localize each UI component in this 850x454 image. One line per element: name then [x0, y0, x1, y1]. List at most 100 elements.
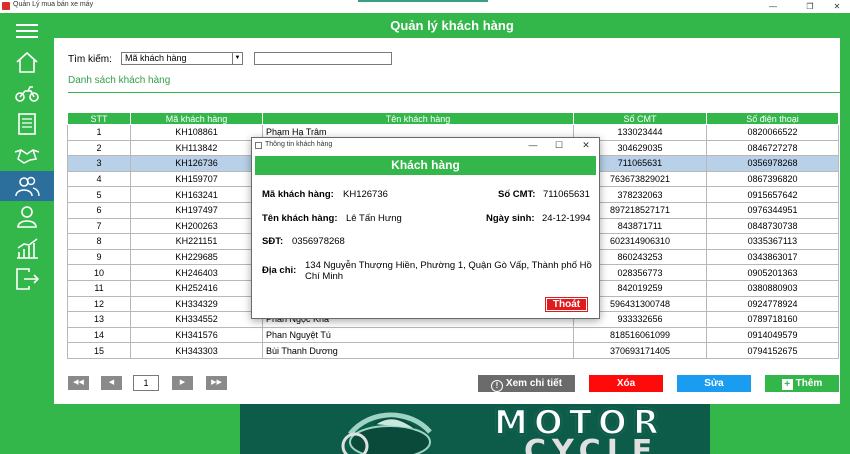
- address-label: Địa chỉ:: [262, 265, 297, 276]
- table-cell: KH246403: [130, 264, 263, 281]
- table-cell: 7: [67, 217, 131, 235]
- dialog-minimize-button[interactable]: —: [523, 140, 543, 150]
- first-page-button[interactable]: ◀◀: [68, 376, 89, 390]
- menu-toggle-button[interactable]: [0, 16, 54, 46]
- column-header[interactable]: Mã khách hàng: [130, 112, 263, 125]
- delete-button[interactable]: Xóa: [589, 375, 663, 392]
- add-button[interactable]: + Thêm: [765, 375, 839, 392]
- table-cell: 15: [67, 342, 131, 359]
- table-cell: 0914049579: [706, 326, 839, 344]
- prev-page-button[interactable]: ◀: [101, 376, 122, 390]
- table-cell: 1: [67, 124, 131, 141]
- taskbar-indicator: [358, 0, 488, 2]
- sidebar-item-transactions[interactable]: [0, 140, 54, 170]
- column-header[interactable]: Số điện thoại: [706, 112, 839, 125]
- right-border: [840, 38, 850, 454]
- table-cell: KH252416: [130, 279, 263, 297]
- dialog-titlebar: Thông tin khách hàng — ☐ ✕: [252, 138, 599, 153]
- customer-name-label: Tên khách hàng:: [262, 213, 338, 224]
- table-cell: 0924778924: [706, 295, 839, 313]
- table-cell: KH341576: [130, 326, 263, 344]
- exit-button[interactable]: Thoát: [545, 297, 588, 312]
- table-cell: 0846727278: [706, 139, 839, 157]
- chevron-down-icon[interactable]: ▼: [232, 53, 242, 64]
- customers-icon: [15, 176, 40, 197]
- maximize-button[interactable]: ❐: [797, 0, 823, 13]
- table-cell: KH163241: [130, 186, 263, 203]
- table-cell: KH229685: [130, 248, 263, 266]
- id-number-label: Số CMT:: [498, 189, 536, 200]
- table-cell: Bùi Thanh Dương: [262, 342, 574, 359]
- sidebar-item-invoices[interactable]: [0, 109, 54, 139]
- table-cell: 8: [67, 233, 131, 250]
- dialog-maximize-button[interactable]: ☐: [549, 140, 569, 151]
- table-cell: KH197497: [130, 201, 263, 219]
- id-number-value: 711065631: [543, 189, 590, 200]
- table-row[interactable]: 15 KH343303 Bùi Thanh Dương 370693171405 079…: [67, 342, 839, 359]
- table-cell: 0848730738: [706, 217, 839, 235]
- app-window: Quản Lý mua bán xe máy — ❐ ✕ Quản lý khá…: [0, 0, 850, 454]
- delete-label: Xóa: [616, 378, 636, 389]
- sidebar: [0, 13, 54, 454]
- sidebar-item-logout[interactable]: [0, 264, 54, 294]
- list-title: Danh sách khách hàng: [68, 75, 171, 86]
- edit-button[interactable]: Sửa: [677, 375, 751, 392]
- menu-icon: [16, 24, 38, 38]
- column-header[interactable]: Tên khách hàng: [262, 112, 574, 125]
- table-cell: 6: [67, 201, 131, 219]
- table-cell: 0794152675: [706, 342, 839, 359]
- phone-value: 0356978268: [292, 236, 345, 247]
- minimize-button[interactable]: —: [760, 0, 786, 13]
- close-button[interactable]: ✕: [824, 0, 850, 13]
- logout-icon: [16, 268, 40, 290]
- dialog-window-title: Thông tin khách hàng: [265, 141, 333, 148]
- table-cell: 0867396820: [706, 170, 839, 188]
- window-titlebar: Quản Lý mua bán xe máy — ❐ ✕: [0, 0, 850, 13]
- table-cell: 0343863017: [706, 248, 839, 266]
- table-cell: 4: [67, 170, 131, 188]
- page-number-input[interactable]: 1: [133, 375, 159, 391]
- column-header[interactable]: Số CMT: [573, 112, 707, 125]
- table-cell: 2: [67, 139, 131, 157]
- view-detail-button[interactable]: ! Xem chi tiết: [478, 375, 575, 392]
- search-field-select[interactable]: Mã khách hàng ▼: [121, 52, 243, 65]
- table-cell: 14: [67, 326, 131, 344]
- info-icon: !: [490, 380, 503, 392]
- table-cell: 3: [67, 155, 131, 172]
- last-page-button[interactable]: ▶▶: [206, 376, 227, 390]
- table-cell: 0356978268: [706, 155, 839, 172]
- sidebar-item-motorcycles[interactable]: [0, 78, 54, 108]
- view-detail-label: Xem chi tiết: [505, 378, 563, 389]
- dialog-app-icon: [255, 142, 262, 149]
- table-cell: Phan Nguyệt Tú: [262, 326, 574, 344]
- sidebar-item-customers[interactable]: [0, 171, 54, 201]
- customer-name-value: Lê Tấn Hưng: [346, 213, 402, 224]
- employee-icon: [17, 206, 37, 228]
- sidebar-item-home[interactable]: [0, 47, 54, 77]
- table-cell: 0976344951: [706, 201, 839, 219]
- table-cell: 370693171405: [573, 342, 707, 359]
- table-cell: KH334329: [130, 295, 263, 313]
- table-cell: 0789718160: [706, 311, 839, 328]
- table-cell: KH108861: [130, 124, 263, 141]
- table-cell: 0820066522: [706, 124, 839, 141]
- table-cell: 0905201363: [706, 264, 839, 281]
- table-cell: 11: [67, 279, 131, 297]
- plus-icon: +: [781, 379, 793, 390]
- address-value: 134 Nguyễn Thượng Hiền, Phường 1, Quận G…: [305, 260, 592, 282]
- sidebar-item-statistics[interactable]: [0, 233, 54, 263]
- sidebar-item-employees[interactable]: [0, 202, 54, 232]
- add-label: Thêm: [795, 378, 823, 389]
- table-cell: KH113842: [130, 139, 263, 157]
- table-row[interactable]: 14 KH341576 Phan Nguyệt Tú 818516061099 0914…: [67, 326, 839, 344]
- next-page-button[interactable]: ▶: [172, 376, 193, 390]
- customer-code-value: KH126736: [343, 189, 388, 200]
- table-cell: 0915657642: [706, 186, 839, 203]
- motorcycle-icon: [15, 86, 39, 102]
- dialog-close-button[interactable]: ✕: [576, 140, 596, 151]
- search-label: Tìm kiếm:: [68, 54, 112, 65]
- column-header[interactable]: STT: [67, 112, 131, 125]
- edit-label: Sửa: [704, 378, 724, 389]
- search-input[interactable]: [254, 52, 392, 65]
- footer-banner: MOTOR CYCLE: [54, 404, 850, 454]
